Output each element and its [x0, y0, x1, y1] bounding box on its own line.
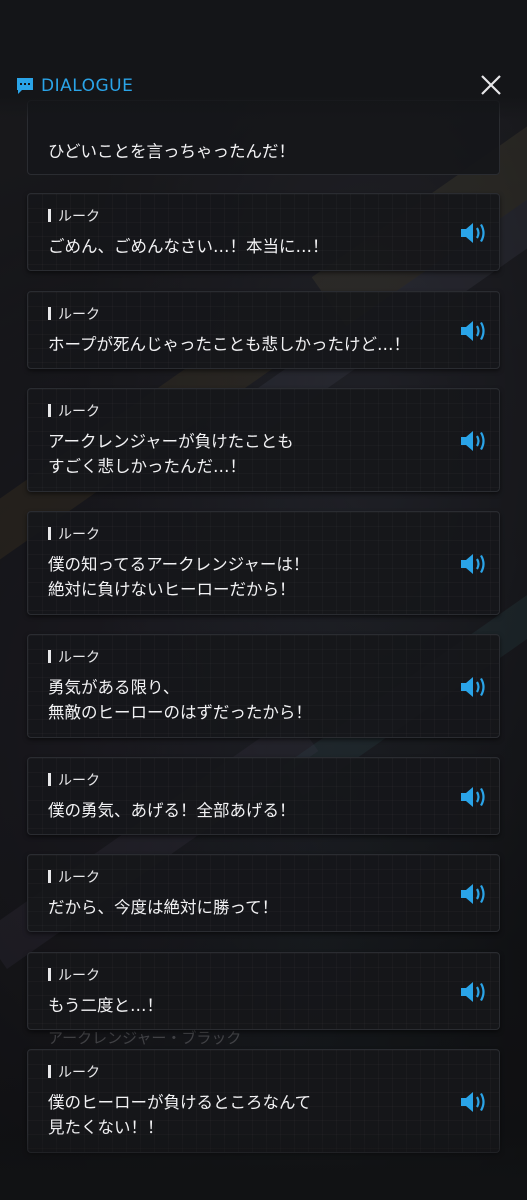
voice-play-button[interactable]: [459, 220, 489, 246]
speaker-name: ルーク: [48, 209, 100, 225]
dialogue-text: だから、今度は絶対に勝って！: [48, 898, 279, 917]
speaker-icon: [461, 431, 485, 451]
voice-play-button[interactable]: [459, 428, 489, 454]
speaker-icon: [461, 321, 485, 341]
dialogue-entry: ルーク 僕の勇気、あげる！全部あげる！: [27, 757, 500, 835]
speaker-icon: [461, 982, 485, 1002]
speaker-icon: [461, 223, 485, 243]
dialogue-text: ひどいことを言っちゃったんだ！: [48, 142, 296, 161]
voice-play-button[interactable]: [459, 318, 489, 344]
dialogue-text: ホープが死んじゃったことも悲しかったけど…！: [48, 335, 411, 354]
dialogue-header: DIALOGUE: [0, 0, 527, 120]
speaker-name: ルーク: [48, 870, 100, 886]
close-icon: [481, 75, 501, 95]
voice-play-button[interactable]: [459, 674, 489, 700]
voice-play-button[interactable]: [459, 1089, 489, 1115]
speaker-name: ルーク: [48, 404, 100, 420]
bottom-fade: [0, 1130, 527, 1200]
speaker-icon: [461, 677, 485, 697]
dialogue-entry: ルーク ホープが死んじゃったことも悲しかったけど…！: [27, 291, 500, 369]
dialogue-entry: ルーク アークレンジャーが負けたことも すごく悲しかったんだ…！: [27, 388, 500, 492]
voice-play-button[interactable]: [459, 784, 489, 810]
dialogue-screen: アークレンジャー・ブラック DIALOGUE ひどいことを言っちゃったんだ！ ル…: [0, 0, 527, 1200]
speaker-name: ルーク: [48, 650, 100, 666]
close-button[interactable]: [478, 72, 504, 98]
voice-play-button[interactable]: [459, 881, 489, 907]
dialogue-text: アークレンジャーが負けたことも すごく悲しかったんだ…！: [48, 432, 294, 476]
dialogue-text: もう二度と…！: [48, 996, 164, 1015]
speaker-name: ルーク: [48, 1065, 100, 1081]
dialogue-entry: ルーク だから、今度は絶対に勝って！: [27, 854, 500, 932]
speaker-icon: [461, 884, 485, 904]
voice-play-button[interactable]: [459, 979, 489, 1005]
dialogue-title: DIALOGUE: [41, 76, 134, 96]
dialogue-entry: ルーク もう二度と…！: [27, 952, 500, 1030]
dialogue-text: 僕の勇気、あげる！全部あげる！: [48, 801, 296, 820]
chat-icon: [17, 78, 33, 94]
dialogue-text: ごめん、ごめんなさい…！本当に…！: [48, 237, 329, 256]
speaker-name: ルーク: [48, 307, 100, 323]
speaker-name: ルーク: [48, 527, 100, 543]
voice-play-button[interactable]: [459, 551, 489, 577]
speaker-icon: [461, 787, 485, 807]
speaker-icon: [461, 554, 485, 574]
dialogue-entry: ルーク 勇気がある限り、 無敵のヒーローのはずだったから！: [27, 634, 500, 738]
dialogue-entry: ルーク ごめん、ごめんなさい…！本当に…！: [27, 193, 500, 271]
speaker-name: ルーク: [48, 773, 100, 789]
speaker-name: ルーク: [48, 968, 100, 984]
dialogue-entry: ルーク 僕の知ってるアークレンジャーは！ 絶対に負けないヒーローだから！: [27, 511, 500, 615]
dialogue-text: 僕の知ってるアークレンジャーは！ 絶対に負けないヒーローだから！: [48, 555, 310, 599]
dialogue-log-list[interactable]: ひどいことを言っちゃったんだ！ ルーク ごめん、ごめんなさい…！本当に…！ ルー…: [0, 0, 527, 1200]
speaker-icon: [461, 1092, 485, 1112]
dialogue-text: 勇気がある限り、 無敵のヒーローのはずだったから！: [48, 678, 312, 722]
